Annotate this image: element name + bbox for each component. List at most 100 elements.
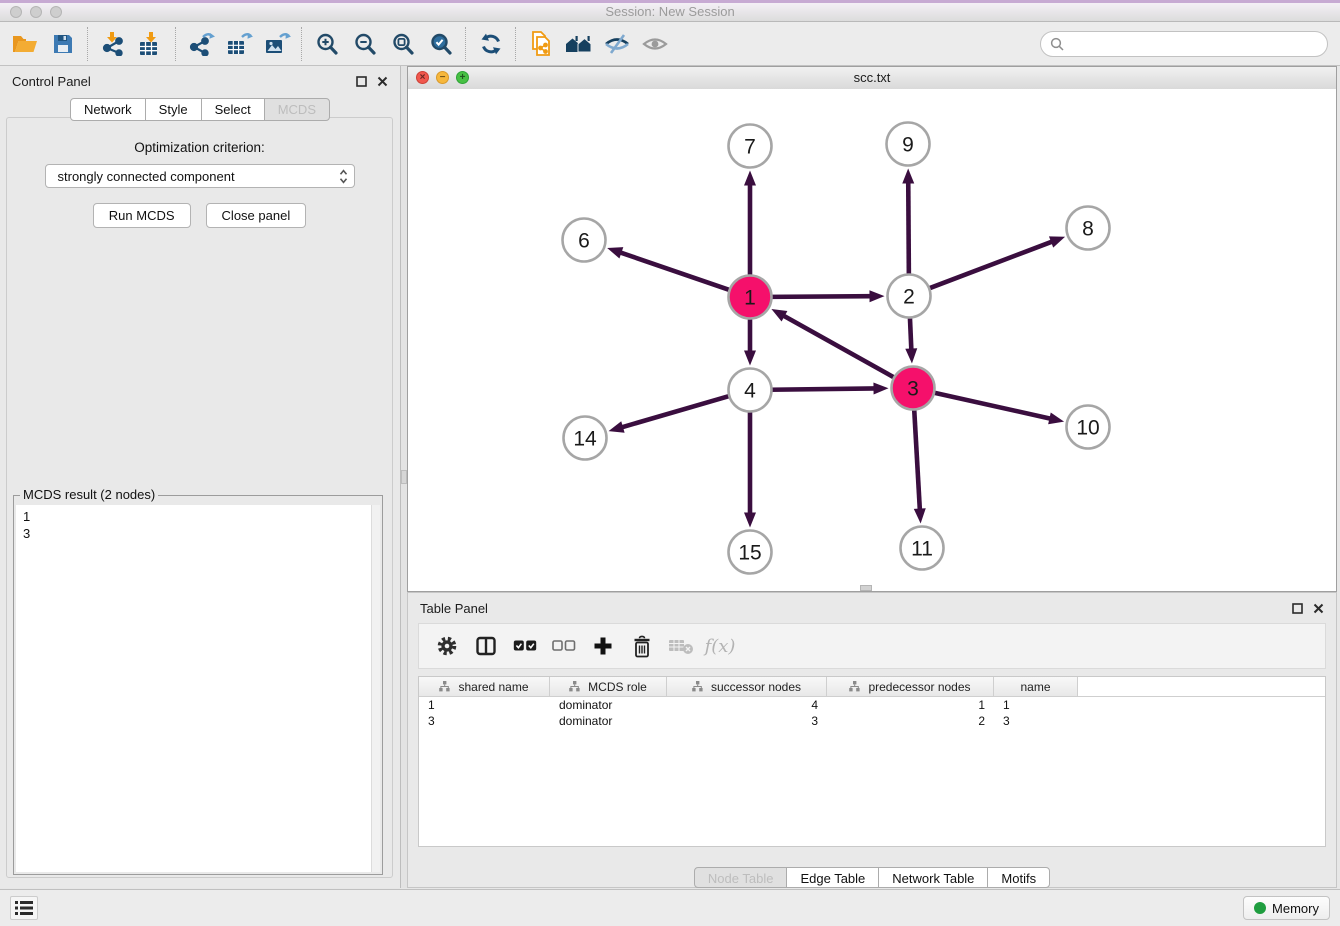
run-mcds-button[interactable]: Run MCDS: [93, 203, 191, 228]
table-cell[interactable]: 2: [827, 714, 994, 728]
result-line: 1: [23, 508, 373, 525]
graph-node-7[interactable]: 7: [729, 125, 772, 168]
maximize-network-button[interactable]: +: [456, 71, 469, 84]
maximize-window-button[interactable]: [50, 6, 62, 18]
float-table-panel-button[interactable]: [1292, 603, 1303, 614]
tab-network[interactable]: Network: [70, 98, 146, 121]
edge-2-9[interactable]: [902, 168, 914, 276]
graph-node-9[interactable]: 9: [887, 123, 930, 166]
graph-node-10[interactable]: 10: [1067, 406, 1110, 449]
column-header-MCDS-role[interactable]: MCDS role: [550, 677, 667, 696]
graph-node-1[interactable]: 1: [729, 276, 772, 319]
zoom-selected-button[interactable]: [422, 28, 460, 60]
zoom-in-button[interactable]: [308, 28, 346, 60]
import-network-icon: [100, 32, 126, 56]
select-all-button[interactable]: [509, 630, 541, 662]
edge-1-2[interactable]: [769, 290, 884, 302]
edge-2-3[interactable]: [905, 315, 917, 363]
tab-edge-table[interactable]: Edge Table: [786, 867, 879, 888]
edge-1-4[interactable]: [744, 317, 756, 366]
canvas-scroll-handle[interactable]: [860, 585, 872, 591]
export-network-button[interactable]: [182, 28, 220, 60]
search-input[interactable]: [1070, 35, 1327, 52]
edge-3-1[interactable]: [771, 309, 896, 379]
table-cell[interactable]: 3: [419, 714, 550, 728]
zoom-fit-button[interactable]: [384, 28, 422, 60]
zoom-out-button[interactable]: [346, 28, 384, 60]
table-cell[interactable]: dominator: [550, 714, 667, 728]
table-panel-tabs: Node TableEdge TableNetwork TableMotifs: [408, 867, 1336, 888]
column-header-successor-nodes[interactable]: successor nodes: [667, 677, 827, 696]
edge-3-10[interactable]: [932, 392, 1064, 424]
function-builder-button[interactable]: f(x): [704, 630, 736, 662]
add-row-button[interactable]: [587, 630, 619, 662]
column-header-shared-name[interactable]: shared name: [419, 677, 550, 696]
graph-node-4[interactable]: 4: [729, 369, 772, 412]
tab-mcds[interactable]: MCDS: [264, 98, 330, 121]
graph-node-6[interactable]: 6: [563, 219, 606, 262]
delete-row-button[interactable]: [626, 630, 658, 662]
graph-node-14[interactable]: 14: [564, 417, 607, 460]
tab-select[interactable]: Select: [201, 98, 265, 121]
edge-1-6[interactable]: [607, 247, 731, 291]
new-network-from-selection-button[interactable]: [522, 28, 560, 60]
criterion-dropdown[interactable]: strongly connected component: [45, 164, 355, 188]
graph-node-2[interactable]: 2: [888, 275, 931, 318]
refresh-layout-button[interactable]: [472, 28, 510, 60]
table-cell[interactable]: 4: [667, 698, 827, 712]
edge-4-15[interactable]: [744, 410, 756, 528]
edge-3-11[interactable]: [914, 407, 926, 523]
close-window-button[interactable]: [10, 6, 22, 18]
delete-table-button[interactable]: [665, 630, 697, 662]
export-image-button[interactable]: [258, 28, 296, 60]
table-row[interactable]: 1dominator411: [419, 697, 1325, 713]
table-settings-button[interactable]: [431, 630, 463, 662]
table-cell[interactable]: dominator: [550, 698, 667, 712]
export-table-button[interactable]: [220, 28, 258, 60]
svg-text:9: 9: [902, 134, 914, 157]
close-panel-button[interactable]: [377, 76, 388, 87]
search-box[interactable]: [1040, 31, 1328, 57]
edge-1-7[interactable]: [744, 171, 756, 278]
open-session-button[interactable]: [6, 28, 44, 60]
show-column-panel-button[interactable]: [470, 630, 502, 662]
network-canvas[interactable]: 7 9 6 8 1 2 4 3 14 10 15 11: [408, 89, 1336, 591]
edge-2-8[interactable]: [927, 236, 1065, 289]
minimize-window-button[interactable]: [30, 6, 42, 18]
table-cell[interactable]: 3: [994, 714, 1078, 728]
memory-button[interactable]: Memory: [1243, 896, 1330, 920]
close-table-panel-button[interactable]: [1313, 603, 1324, 614]
show-all-networks-button[interactable]: [560, 28, 598, 60]
graph-node-8[interactable]: 8: [1067, 207, 1110, 250]
tab-motifs[interactable]: Motifs: [987, 867, 1050, 888]
minimize-network-button[interactable]: −: [436, 71, 449, 84]
show-hidden-button[interactable]: [636, 28, 674, 60]
table-row[interactable]: 3dominator323: [419, 713, 1325, 729]
import-table-button[interactable]: [132, 28, 170, 60]
edge-4-3[interactable]: [769, 382, 888, 394]
close-network-button[interactable]: ×: [416, 71, 429, 84]
task-history-button[interactable]: [10, 896, 38, 920]
edge-4-14[interactable]: [609, 395, 732, 432]
close-panel-action-button[interactable]: Close panel: [206, 203, 307, 228]
svg-text:4: 4: [744, 380, 756, 403]
table-cell[interactable]: 1: [419, 698, 550, 712]
table-cell[interactable]: 1: [827, 698, 994, 712]
column-header-predecessor-nodes[interactable]: predecessor nodes: [827, 677, 994, 696]
deselect-all-button[interactable]: [548, 630, 580, 662]
save-session-button[interactable]: [44, 28, 82, 60]
tab-node-table[interactable]: Node Table: [694, 867, 788, 888]
result-scrollbar[interactable]: [371, 505, 380, 872]
column-header-name[interactable]: name: [994, 677, 1078, 696]
graph-node-11[interactable]: 11: [901, 527, 944, 570]
tab-style[interactable]: Style: [145, 98, 202, 121]
table-cell[interactable]: 1: [994, 698, 1078, 712]
tab-network-table[interactable]: Network Table: [878, 867, 988, 888]
hide-selected-button[interactable]: [598, 28, 636, 60]
table-cell[interactable]: 3: [667, 714, 827, 728]
graph-node-15[interactable]: 15: [729, 531, 772, 574]
float-panel-button[interactable]: [356, 76, 367, 87]
import-network-button[interactable]: [94, 28, 132, 60]
mcds-result-area[interactable]: 13: [16, 505, 380, 872]
graph-node-3[interactable]: 3: [892, 367, 935, 410]
